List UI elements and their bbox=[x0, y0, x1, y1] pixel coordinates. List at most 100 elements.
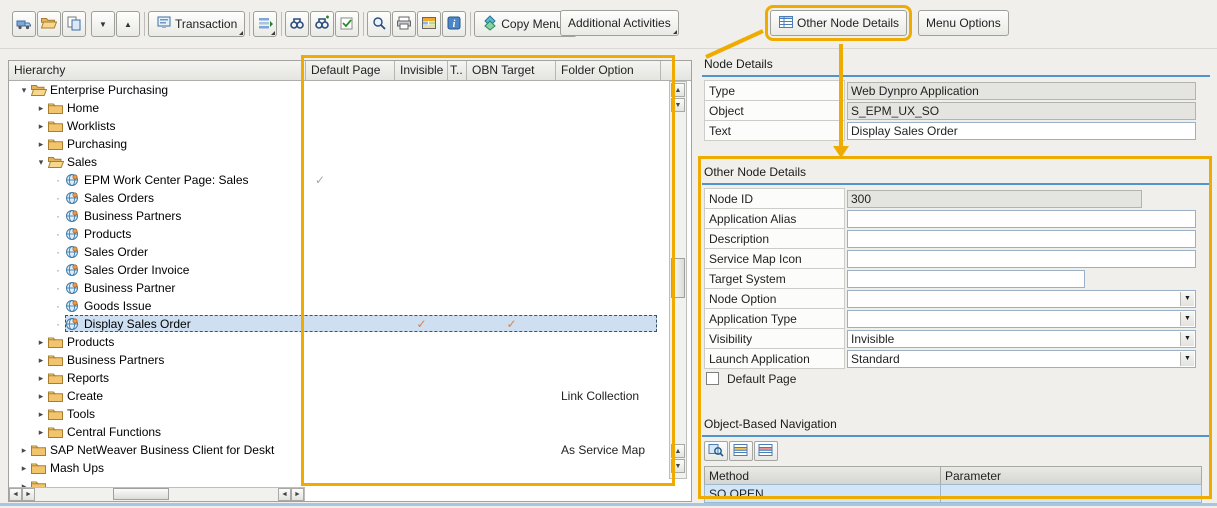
obn-target-cell[interactable] bbox=[467, 117, 556, 135]
invisible-cell[interactable] bbox=[395, 333, 448, 351]
visibility-select[interactable]: Invisible▼ bbox=[847, 330, 1196, 348]
tree-row[interactable]: ▸Business Partners bbox=[9, 351, 669, 369]
folder-option-cell[interactable]: As Service Map bbox=[556, 441, 661, 459]
tree-row[interactable]: ·Sales Orders bbox=[9, 189, 669, 207]
default-page-cell[interactable]: ✓ bbox=[306, 171, 395, 189]
chevron-open-icon[interactable]: ▾ bbox=[34, 157, 48, 168]
service-map-icon-input[interactable] bbox=[847, 250, 1196, 268]
obn-target-cell[interactable] bbox=[467, 333, 556, 351]
default-page-cell[interactable] bbox=[306, 117, 395, 135]
text-cell[interactable] bbox=[448, 351, 467, 369]
folder-option-cell[interactable] bbox=[556, 459, 661, 477]
text-cell[interactable] bbox=[448, 99, 467, 117]
find-button[interactable] bbox=[285, 11, 309, 37]
scroll-up-icon[interactable]: ▲ bbox=[671, 444, 685, 458]
default-page-cell[interactable] bbox=[306, 477, 395, 487]
text-cell[interactable] bbox=[448, 387, 467, 405]
dropdown-arrow-icon[interactable]: ▼ bbox=[1180, 332, 1194, 346]
tree-item-label[interactable]: Create bbox=[67, 389, 103, 403]
tree-item-label[interactable]: Central Functions bbox=[67, 425, 161, 439]
folder-option-cell[interactable] bbox=[556, 423, 661, 441]
tree-row[interactable]: ▸Products bbox=[9, 333, 669, 351]
text-cell[interactable] bbox=[448, 189, 467, 207]
text-column-header[interactable]: T.. bbox=[448, 61, 467, 80]
tree-row[interactable]: ·EPM Work Center Page: Sales✓ bbox=[9, 171, 669, 189]
default-page-column-header[interactable]: Default Page bbox=[306, 61, 395, 80]
obn-target-cell[interactable] bbox=[467, 369, 556, 387]
chevron-closed-icon[interactable]: ▸ bbox=[17, 463, 31, 474]
text-cell[interactable] bbox=[448, 135, 467, 153]
default-page-cell[interactable] bbox=[306, 135, 395, 153]
invisible-cell[interactable] bbox=[395, 477, 448, 487]
dropdown-button[interactable]: ▼ bbox=[91, 11, 115, 37]
invisible-cell[interactable] bbox=[395, 369, 448, 387]
target-system-input[interactable] bbox=[847, 270, 1085, 288]
tree-row[interactable]: ▸Central Functions bbox=[9, 423, 669, 441]
default-page-cell[interactable] bbox=[306, 387, 395, 405]
other-node-details-button[interactable]: Other Node Details bbox=[770, 10, 907, 36]
additional-activities-button[interactable]: Additional Activities bbox=[560, 10, 679, 36]
text-cell[interactable] bbox=[448, 153, 467, 171]
obn-column-header[interactable]: Method bbox=[704, 466, 941, 485]
transport-button[interactable] bbox=[12, 11, 36, 37]
tree-item-label[interactable]: Purchasing bbox=[67, 137, 127, 151]
chevron-closed-icon[interactable]: ▸ bbox=[17, 445, 31, 456]
obn-parameter-cell[interactable] bbox=[940, 484, 1202, 503]
tree-item-label[interactable]: Display Sales Order bbox=[84, 317, 191, 331]
text-cell[interactable] bbox=[448, 297, 467, 315]
default-page-cell[interactable] bbox=[306, 297, 395, 315]
text-cell[interactable] bbox=[448, 261, 467, 279]
delete-row-button[interactable] bbox=[754, 441, 778, 461]
tree-item-label[interactable]: Sales Orders bbox=[84, 191, 154, 205]
tree-item-label[interactable]: EPM Work Center Page: Sales bbox=[84, 173, 249, 187]
text-cell[interactable] bbox=[448, 171, 467, 189]
text-cell[interactable] bbox=[448, 369, 467, 387]
tree-item-label[interactable]: Mash Ups bbox=[50, 461, 104, 475]
obn-target-cell[interactable] bbox=[467, 207, 556, 225]
tree-row[interactable]: ▸ Mash Ups bbox=[9, 459, 669, 477]
invisible-cell[interactable] bbox=[395, 99, 448, 117]
invisible-cell[interactable] bbox=[395, 459, 448, 477]
text-cell[interactable] bbox=[448, 459, 467, 477]
invisible-cell[interactable]: ✓ bbox=[395, 315, 448, 333]
obn-target-cell[interactable] bbox=[467, 423, 556, 441]
text-input[interactable]: Display Sales Order bbox=[847, 122, 1196, 140]
tree-row[interactable]: ▸Purchasing bbox=[9, 135, 669, 153]
obn-target-cell[interactable] bbox=[467, 441, 556, 459]
obn-target-cell[interactable] bbox=[467, 153, 556, 171]
folder-option-cell[interactable] bbox=[556, 369, 661, 387]
folder-option-cell[interactable] bbox=[556, 315, 661, 333]
tree-item-label[interactable]: Sales Order Invoice bbox=[84, 263, 189, 277]
text-cell[interactable] bbox=[448, 405, 467, 423]
folder-option-cell[interactable] bbox=[556, 117, 661, 135]
tree-item-label[interactable]: Enterprise Purchasing bbox=[50, 83, 168, 97]
tree-row[interactable]: ·Goods Issue bbox=[9, 297, 669, 315]
default-page-cell[interactable] bbox=[306, 261, 395, 279]
folder-option-cell[interactable] bbox=[556, 135, 661, 153]
invisible-cell[interactable] bbox=[395, 135, 448, 153]
chevron-closed-icon[interactable]: ▸ bbox=[34, 103, 48, 114]
tree-row[interactable]: ▾Enterprise Purchasing bbox=[9, 81, 669, 99]
default-page-cell[interactable] bbox=[306, 153, 395, 171]
text-cell[interactable] bbox=[448, 441, 467, 459]
find-next-button[interactable] bbox=[310, 11, 334, 37]
text-cell[interactable] bbox=[448, 81, 467, 99]
text-cell[interactable] bbox=[448, 315, 467, 333]
chevron-closed-icon[interactable]: ▸ bbox=[34, 409, 48, 420]
obn-column-header[interactable]: Parameter bbox=[940, 466, 1202, 485]
default-page-cell[interactable] bbox=[306, 315, 395, 333]
tree-row[interactable]: ▸ bbox=[9, 477, 669, 487]
tree-item-label[interactable]: Goods Issue bbox=[84, 299, 151, 313]
tree-item-label[interactable]: Business Partner bbox=[84, 281, 175, 295]
default-page-cell[interactable] bbox=[306, 333, 395, 351]
obn-target-cell[interactable] bbox=[467, 351, 556, 369]
folder-option-cell[interactable] bbox=[556, 189, 661, 207]
text-cell[interactable] bbox=[448, 279, 467, 297]
invisible-column-header[interactable]: Invisible bbox=[395, 61, 448, 80]
scroll-left-icon[interactable]: ◄ bbox=[278, 488, 291, 501]
chevron-closed-icon[interactable]: ▸ bbox=[34, 373, 48, 384]
insert-row-button[interactable] bbox=[729, 441, 753, 461]
text-cell[interactable] bbox=[448, 423, 467, 441]
dropdown-arrow-icon[interactable]: ▼ bbox=[1180, 352, 1194, 366]
tree-row[interactable]: ·Display Sales Order✓✓ bbox=[9, 315, 669, 333]
